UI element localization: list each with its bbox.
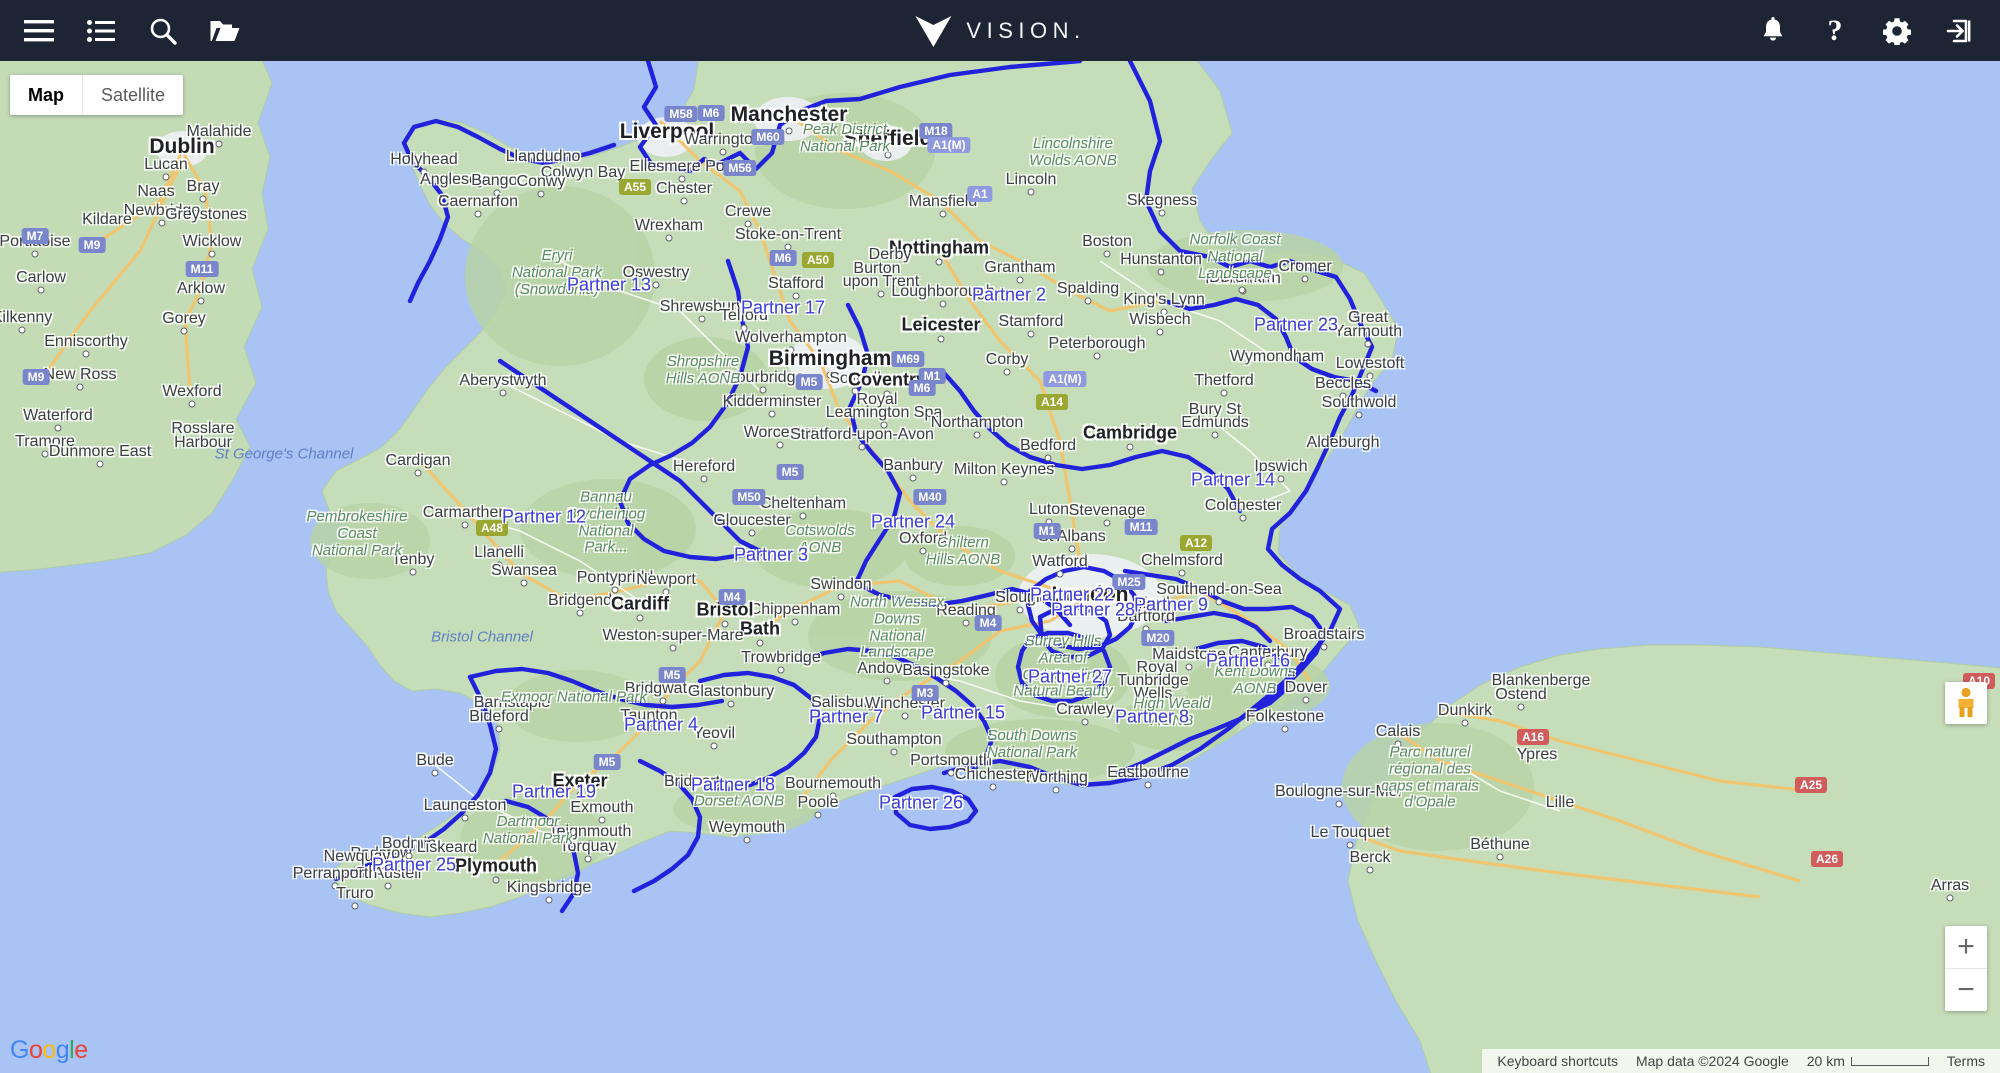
- logout-icon[interactable]: [1928, 0, 1990, 61]
- partner-region-label[interactable]: Partner 14: [1191, 470, 1275, 491]
- partner-region-label[interactable]: Partner 23: [1254, 315, 1338, 336]
- map-type-control: Map Satellite: [10, 75, 184, 115]
- partner-region-label[interactable]: Partner 9: [1134, 595, 1208, 616]
- terms-link[interactable]: Terms: [1938, 1053, 1994, 1069]
- gear-icon[interactable]: [1866, 0, 1928, 61]
- partner-region-label[interactable]: Partner 13: [567, 275, 651, 296]
- map-data-text: Map data ©2024 Google: [1635, 1053, 1789, 1069]
- navbar-right-actions: ?: [1742, 0, 1990, 61]
- google-logo: Google: [10, 1036, 88, 1065]
- brand-logo[interactable]: VISION.: [914, 0, 1085, 61]
- map-type-satellite[interactable]: Satellite: [83, 75, 183, 115]
- partner-region-label[interactable]: Partner 19: [512, 782, 596, 803]
- partner-region-label[interactable]: Partner 4: [624, 715, 698, 736]
- top-navigation-bar: VISION. ?: [0, 0, 2000, 61]
- partner-region-label[interactable]: Partner 2: [972, 285, 1046, 306]
- partner-region-label[interactable]: Partner 24: [871, 512, 955, 533]
- partner-region-label[interactable]: Partner 15: [921, 703, 1005, 724]
- google-logo-g2: g: [55, 1036, 70, 1064]
- google-logo-g1: G: [10, 1036, 29, 1064]
- folder-icon[interactable]: [194, 0, 256, 61]
- partner-region-label[interactable]: Partner 8: [1115, 707, 1189, 728]
- partner-region-label[interactable]: Partner 16: [1206, 651, 1290, 672]
- brand-name: VISION.: [966, 17, 1086, 43]
- map-scale-bar: 20 km: [1798, 1053, 1938, 1069]
- list-icon[interactable]: [70, 0, 132, 61]
- map-attribution-bar: Keyboard shortcuts Map data ©2024 Google…: [1482, 1049, 2000, 1073]
- navbar-left-actions: [0, 0, 256, 61]
- search-icon[interactable]: [132, 0, 194, 61]
- map-scale-label: 20 km: [1806, 1053, 1845, 1069]
- partner-region-label[interactable]: Partner 25: [372, 855, 456, 876]
- partner-region-label[interactable]: Partner 26: [879, 793, 963, 814]
- partner-region-label[interactable]: Partner 27: [1028, 667, 1112, 688]
- zoom-in-button[interactable]: +: [1945, 926, 1987, 968]
- google-map-canvas[interactable]: Dublin Lucan Malahide Naas Bray Newbridge Kild…: [0, 61, 2000, 1073]
- bell-icon[interactable]: [1742, 0, 1804, 61]
- partner-region-label[interactable]: Partner 28: [1051, 600, 1135, 621]
- keyboard-shortcuts-link[interactable]: Keyboard shortcuts: [1488, 1053, 1627, 1069]
- zoom-out-button[interactable]: −: [1945, 969, 1987, 1011]
- partner-region-label[interactable]: Partner 17: [741, 298, 825, 319]
- map-scale-ruler: [1850, 1056, 1929, 1066]
- partner-region-label[interactable]: Partner 3: [734, 545, 808, 566]
- zoom-control: + −: [1945, 926, 1987, 1011]
- help-icon[interactable]: ?: [1804, 0, 1866, 61]
- street-view-pegman-icon[interactable]: [1945, 682, 1987, 724]
- partner-region-label[interactable]: Partner 12: [502, 507, 586, 528]
- google-logo-e: e: [74, 1036, 88, 1064]
- map-type-map[interactable]: Map: [10, 75, 82, 115]
- vision-map-application: VISION. ? Dublin Lucan Malahide Naas Bra…: [0, 0, 2000, 1073]
- google-logo-o1: o: [28, 1036, 43, 1064]
- map-tiles: [0, 61, 2000, 1073]
- partner-region-label[interactable]: Partner 18: [691, 775, 775, 796]
- vision-chevron-icon: [915, 15, 952, 47]
- google-logo-o2: o: [42, 1036, 56, 1064]
- partner-region-label[interactable]: Partner 7: [809, 707, 883, 728]
- menu-icon[interactable]: [8, 0, 70, 61]
